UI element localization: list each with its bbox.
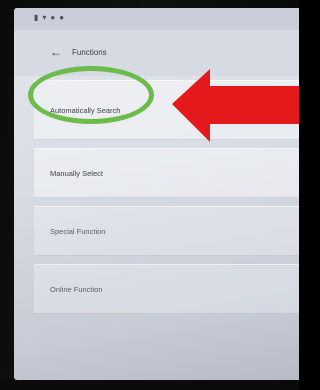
alarm-icon: ● [50, 13, 56, 22]
battery-icon: ● [59, 13, 65, 22]
page-title: Functions [72, 48, 107, 57]
photo-bottom-edge [0, 380, 299, 390]
back-arrow-icon[interactable]: ← [50, 46, 64, 58]
status-icons: ▮ ▾ ● ● [34, 13, 64, 22]
wifi-icon: ▾ [42, 13, 47, 22]
status-bar: ▮ ▾ ● ● [14, 8, 299, 30]
list-item-online-function[interactable]: Online Function [34, 264, 299, 314]
list-item-label: Special Function [50, 227, 106, 236]
red-pointer-arrow [172, 69, 299, 142]
list-item-label: Manually Select [50, 169, 103, 178]
green-highlight-ellipse [28, 66, 154, 124]
list-item-special-function[interactable]: Special Function [34, 206, 299, 256]
signal-icon: ▮ [34, 13, 39, 22]
list-item-label: Online Function [50, 285, 103, 294]
arrow-shape [172, 69, 299, 142]
list-item-manually-select[interactable]: Manually Select [34, 148, 299, 198]
